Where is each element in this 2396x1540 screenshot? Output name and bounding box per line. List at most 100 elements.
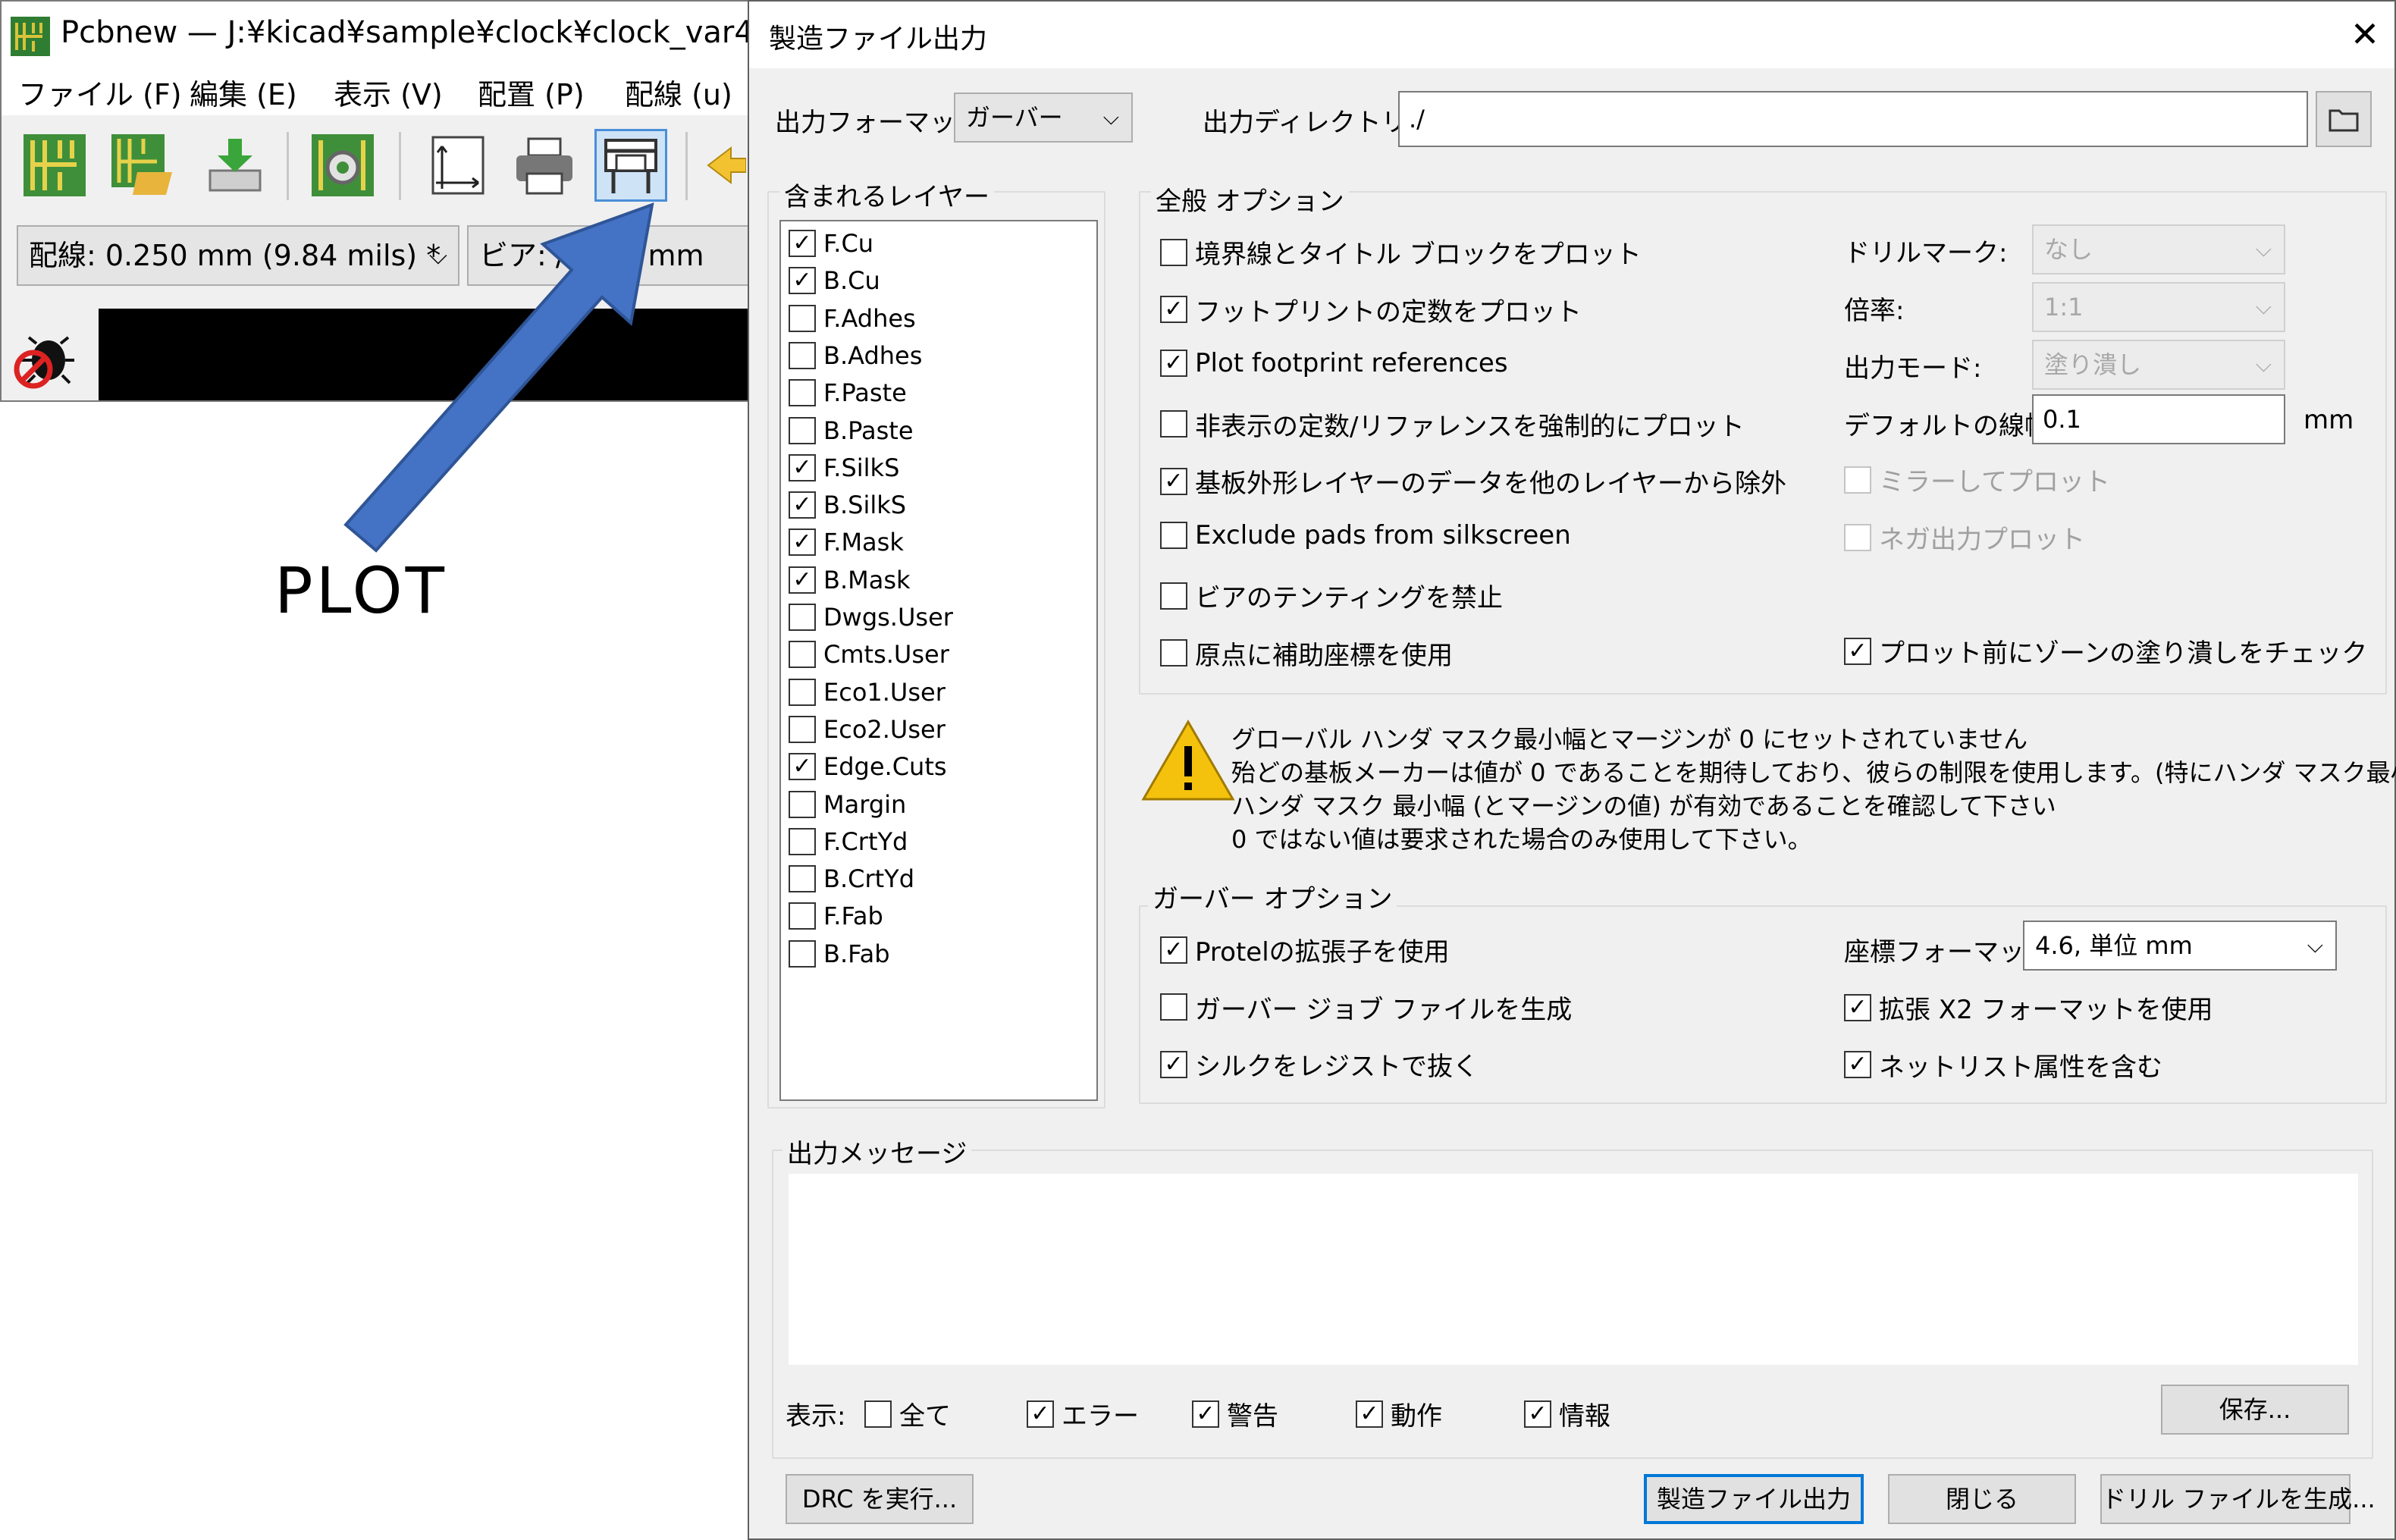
checkbox-box: ✓ bbox=[1844, 993, 1871, 1021]
close-icon[interactable]: ✕ bbox=[2341, 11, 2388, 58]
checkbox-box: ✓ bbox=[1160, 936, 1187, 964]
menu-file[interactable]: ファイル (F) bbox=[18, 74, 182, 115]
checkbox-box bbox=[789, 379, 816, 407]
general-option-checkbox[interactable]: 境界線とタイトル ブロックをプロット bbox=[1160, 234, 1642, 271]
output-format-select[interactable]: ガーバー ⌵ bbox=[954, 93, 1133, 143]
checkbox-box bbox=[789, 827, 816, 855]
browse-folder-button[interactable] bbox=[2316, 91, 2372, 147]
layer-checkbox[interactable]: ✓ F.Mask bbox=[789, 528, 904, 557]
checkbox-box: ✓ bbox=[789, 453, 816, 481]
save-messages-button[interactable]: 保存... bbox=[2161, 1385, 2349, 1435]
output-dir-input[interactable]: ./ bbox=[1398, 91, 2308, 147]
general-option-checkbox[interactable]: ビアのテンティングを禁止 bbox=[1160, 577, 1503, 614]
layer-checkbox[interactable]: B.Fab bbox=[789, 939, 890, 968]
generate-drill-files-button[interactable]: ドリル ファイルを生成... bbox=[2100, 1474, 2376, 1524]
open-board-icon[interactable] bbox=[106, 129, 179, 202]
check-zone-fills-checkbox[interactable]: ✓ プロット前にゾーンの塗り潰しをチェック bbox=[1844, 632, 2367, 670]
filter-checkbox[interactable]: 全て bbox=[864, 1395, 951, 1432]
layer-checkbox-label: B.Paste bbox=[823, 416, 914, 445]
layer-checkbox[interactable]: F.Adhes bbox=[789, 304, 916, 333]
checkbox-box: ✓ bbox=[1160, 350, 1187, 377]
gerber-option-checkbox[interactable]: ✓ ネットリスト属性を含む bbox=[1844, 1046, 2162, 1084]
gerber-option-checkbox[interactable]: ガーバー ジョブ ファイルを生成 bbox=[1160, 989, 1572, 1026]
default-line-width-input[interactable]: 0.1 bbox=[2032, 394, 2285, 444]
layer-checkbox[interactable]: Eco1.User bbox=[789, 678, 946, 707]
gerber-option-checkbox[interactable]: ✓ シルクをレジストで抜く bbox=[1160, 1046, 1479, 1083]
layer-checkbox[interactable]: ✓ F.Cu bbox=[789, 229, 873, 258]
negative-checkbox[interactable]: ネガ出力プロット bbox=[1844, 519, 2085, 556]
save-icon[interactable] bbox=[199, 129, 271, 202]
filter-checkbox[interactable]: ✓ 情報 bbox=[1524, 1395, 1610, 1432]
filter-checkbox[interactable]: ✓ エラー bbox=[1027, 1395, 1139, 1432]
checkbox-box: ✓ bbox=[789, 267, 816, 295]
layer-checkbox-label: Dwgs.User bbox=[823, 603, 953, 632]
general-option-checkbox[interactable]: ✓ 基板外形レイヤーのデータを他のレイヤーから除外 bbox=[1160, 463, 1786, 500]
gerber-option-checkbox[interactable]: ✓ Protelの拡張子を使用 bbox=[1160, 931, 1450, 968]
layer-checkbox-label: F.Adhes bbox=[823, 303, 916, 333]
messages-area[interactable] bbox=[789, 1174, 2358, 1365]
layer-checkbox[interactable]: B.Adhes bbox=[789, 341, 922, 370]
filter-checkbox[interactable]: ✓ 動作 bbox=[1356, 1395, 1442, 1432]
layer-checkbox[interactable]: ✓ Edge.Cuts bbox=[789, 752, 947, 781]
checkbox-box: ✓ bbox=[1192, 1400, 1219, 1428]
checkbox-box bbox=[789, 865, 816, 893]
layer-checkbox[interactable]: B.CrtYd bbox=[789, 864, 914, 893]
scale-select[interactable]: 1:1 ⌵ bbox=[2032, 282, 2285, 332]
print-icon[interactable] bbox=[508, 129, 581, 202]
plot-mode-select[interactable]: 塗り潰し ⌵ bbox=[2032, 340, 2285, 390]
layer-checkbox[interactable]: ✓ B.Cu bbox=[789, 266, 880, 295]
menu-route[interactable]: 配線 (u) bbox=[625, 74, 732, 115]
pcb-board-icon[interactable] bbox=[18, 129, 91, 202]
layer-checkbox[interactable]: B.Paste bbox=[789, 416, 914, 445]
plot-icon[interactable] bbox=[594, 129, 667, 202]
general-option-checkbox[interactable]: Exclude pads from silkscreen bbox=[1160, 520, 1571, 550]
chevron-down-icon: ⌵ bbox=[2255, 352, 2272, 377]
filter-checkbox-label: 全て bbox=[899, 1401, 951, 1432]
warning-line-1: グローバル ハンダ マスク最小幅とマージンが 0 にセットされていません bbox=[1231, 725, 2028, 754]
layers-list[interactable]: ✓ F.Cu ✓ B.Cu F.Adhes B.Adhes F.Paste B.Paste ✓ F… bbox=[779, 220, 1098, 1101]
layer-checkbox[interactable]: ✓ B.SilkS bbox=[789, 491, 906, 519]
drill-marks-select[interactable]: なし ⌵ bbox=[2032, 224, 2285, 274]
menu-view[interactable]: 表示 (V) bbox=[334, 74, 443, 115]
coord-format-value: 4.6, 単位 mm bbox=[2035, 931, 2193, 960]
mirror-checkbox[interactable]: ミラーしてプロット bbox=[1844, 461, 2110, 498]
layer-checkbox[interactable]: F.Fab bbox=[789, 902, 883, 930]
layer-checkbox[interactable]: ✓ B.Mask bbox=[789, 566, 911, 594]
close-button[interactable]: 閉じる bbox=[1888, 1474, 2076, 1524]
checkbox-box bbox=[1160, 238, 1187, 266]
filter-checkbox[interactable]: ✓ 警告 bbox=[1192, 1395, 1278, 1432]
gerber-option-checkbox-label: 拡張 X2 フォーマットを使用 bbox=[1879, 995, 2213, 1025]
output-format-value: ガーバー bbox=[966, 103, 1063, 132]
run-drc-button[interactable]: DRC を実行... bbox=[786, 1474, 974, 1524]
layer-checkbox[interactable]: Eco2.User bbox=[789, 715, 946, 744]
general-option-checkbox[interactable]: 非表示の定数/リファレンスを強制的にプロット bbox=[1160, 406, 1745, 443]
checkbox-box bbox=[1160, 639, 1187, 666]
board-setup-icon[interactable] bbox=[306, 129, 379, 202]
pcbnew-titlebar: Pcbnew — J:¥kicad¥sample¥clock¥clock_var… bbox=[2, 2, 751, 74]
layer-checkbox[interactable]: F.Paste bbox=[789, 378, 907, 407]
toolbar-separator bbox=[287, 132, 289, 200]
undo-icon[interactable] bbox=[701, 129, 746, 202]
checkbox-box: ✓ bbox=[1160, 467, 1187, 495]
layer-checkbox[interactable]: Dwgs.User bbox=[789, 603, 953, 632]
layer-checkbox[interactable]: F.CrtYd bbox=[789, 827, 908, 856]
layer-checkbox[interactable]: ✓ F.SilkS bbox=[789, 453, 899, 482]
general-option-checkbox[interactable]: 原点に補助座標を使用 bbox=[1160, 635, 1453, 672]
gerber-option-checkbox-label: ネットリスト属性を含む bbox=[1879, 1052, 2162, 1083]
pcbnew-title: Pcbnew — J:¥kicad¥sample¥clock¥clock_var… bbox=[61, 15, 751, 50]
layer-checkbox-label: Eco2.User bbox=[823, 714, 946, 744]
coord-format-select[interactable]: 4.6, 単位 mm ⌵ bbox=[2023, 921, 2337, 971]
drc-icon[interactable] bbox=[14, 331, 74, 392]
general-option-checkbox-label: 境界線とタイトル ブロックをプロット bbox=[1195, 240, 1642, 270]
menu-edit[interactable]: 編集 (E) bbox=[190, 74, 297, 115]
page-settings-icon[interactable] bbox=[422, 129, 494, 202]
general-option-checkbox[interactable]: ✓ フットプリントの定数をプロット bbox=[1160, 291, 1582, 328]
menu-place[interactable]: 配置 (P) bbox=[478, 74, 585, 115]
toolbar-separator bbox=[399, 132, 401, 200]
gerber-option-checkbox[interactable]: ✓ 拡張 X2 フォーマットを使用 bbox=[1844, 989, 2213, 1026]
plot-button[interactable]: 製造ファイル出力 bbox=[1644, 1474, 1864, 1524]
layer-checkbox[interactable]: Cmts.User bbox=[789, 640, 949, 669]
layer-checkbox-label: B.Fab bbox=[823, 939, 890, 968]
general-option-checkbox[interactable]: ✓ Plot footprint references bbox=[1160, 348, 1508, 378]
layer-checkbox[interactable]: Margin bbox=[789, 790, 906, 819]
